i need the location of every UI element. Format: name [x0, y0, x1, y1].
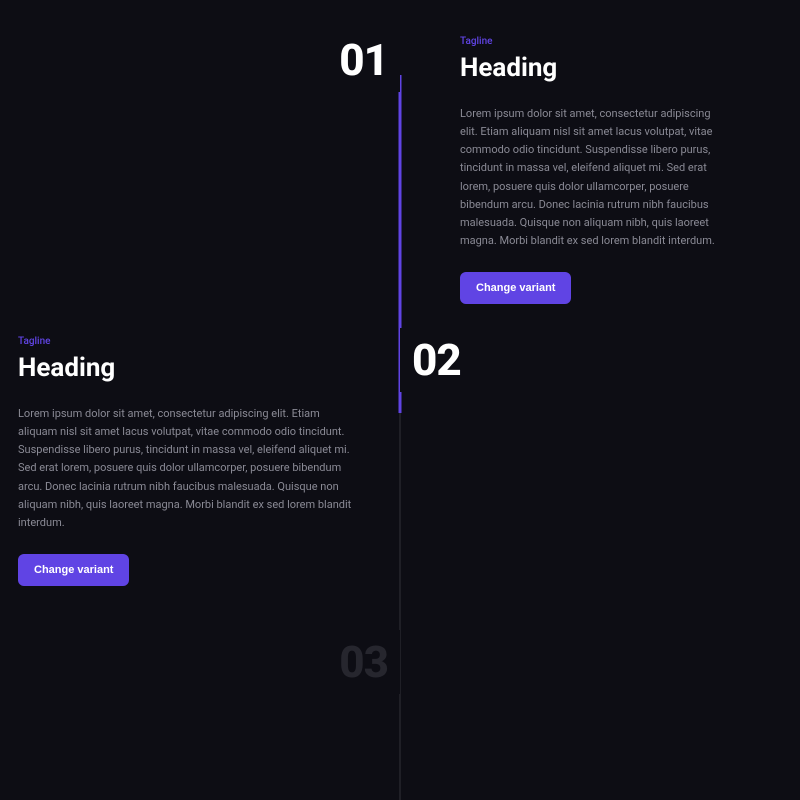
body-text: Lorem ipsum dolor sit amet, consectetur … — [18, 405, 358, 532]
heading: Heading — [18, 353, 358, 383]
step-number: 01 — [339, 28, 400, 92]
body-text: Lorem ipsum dolor sit amet, consectetur … — [460, 105, 720, 250]
step-content: Tagline Heading Lorem ipsum dolor sit am… — [400, 36, 720, 304]
tagline: Tagline — [460, 36, 720, 47]
tagline: Tagline — [18, 336, 358, 347]
step-number: 02 — [400, 328, 461, 392]
heading: Heading — [460, 53, 720, 83]
step-content: Tagline Heading Lorem ipsum dolor sit am… — [18, 336, 358, 586]
change-variant-button[interactable]: Change variant — [18, 554, 129, 586]
change-variant-button[interactable]: Change variant — [460, 272, 571, 304]
step-number: 03 — [339, 630, 400, 694]
